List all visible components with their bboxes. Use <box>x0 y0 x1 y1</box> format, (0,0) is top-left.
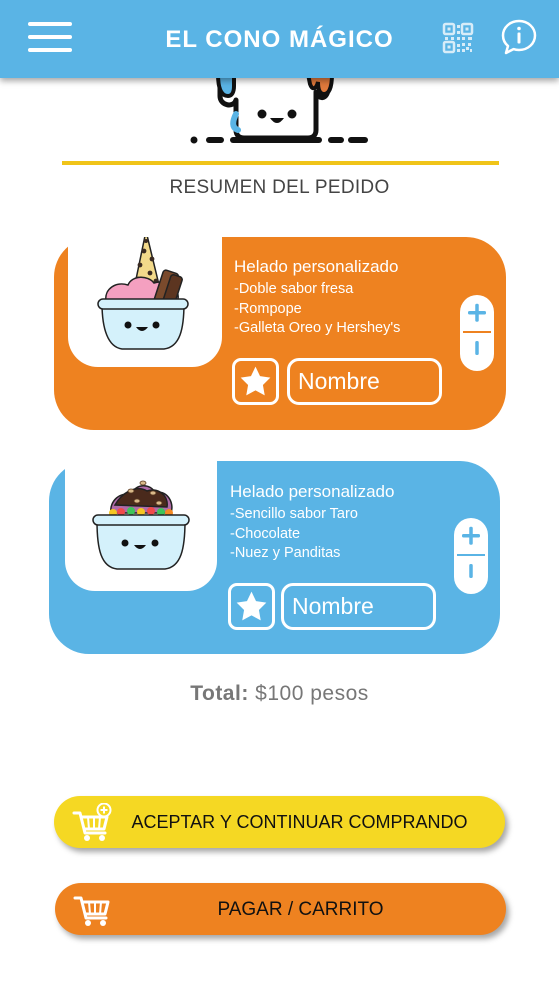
order-card: Helado personalizado -Doble sabor fresa … <box>54 237 506 430</box>
increase-quantity-button[interactable] <box>460 295 494 331</box>
accept-continue-shopping-button[interactable]: ACEPTAR Y CONTINUAR COMPRANDO <box>54 796 505 848</box>
section-divider <box>62 161 499 165</box>
order-details: Helado personalizado -Sencillo sabor Tar… <box>230 482 394 564</box>
order-image <box>68 237 222 367</box>
plus-icon <box>468 303 486 322</box>
info-bubble-icon <box>501 19 537 55</box>
product-option: -Nuez y Panditas <box>230 545 341 561</box>
continue-button-label: ACEPTAR Y CONTINUAR COMPRANDO <box>131 812 468 832</box>
order-name-input[interactable] <box>281 583 436 630</box>
decrease-quantity-button[interactable] <box>454 556 488 592</box>
quantity-stepper[interactable] <box>460 295 494 371</box>
product-name: Helado personalizado <box>234 257 399 276</box>
product-option: -Chocolate <box>230 525 301 542</box>
mascot-illustration <box>190 70 368 144</box>
favorite-button[interactable] <box>232 358 279 405</box>
minus-icon <box>475 341 479 355</box>
total-value: $100 pesos <box>255 682 369 705</box>
app-header: EL CONO MÁGICO <box>0 0 559 78</box>
pay-cart-button[interactable]: PAGAR / CARRITO <box>55 883 506 935</box>
plus-icon <box>462 526 480 545</box>
star-icon <box>240 366 271 396</box>
increase-quantity-button[interactable] <box>454 518 488 554</box>
order-details: Helado personalizado -Doble sabor fresa … <box>234 257 400 339</box>
order-image <box>65 461 217 591</box>
minus-icon <box>469 564 473 578</box>
product-option: -Galleta Oreo y Hershey's <box>234 320 401 336</box>
quantity-stepper[interactable] <box>454 518 488 594</box>
ice-cream-cup-icon <box>97 237 189 350</box>
order-summary-title: RESUMEN DEL PEDIDO <box>169 177 390 198</box>
product-option: -Sencillo sabor Taro <box>230 506 358 522</box>
qr-code-button[interactable] <box>442 22 474 54</box>
pay-button-label: PAGAR / CARRITO <box>217 899 384 920</box>
order-name-input[interactable] <box>287 358 442 405</box>
decrease-quantity-button[interactable] <box>460 333 494 369</box>
star-icon <box>236 591 267 621</box>
app-title: EL CONO MÁGICO <box>165 26 394 53</box>
ice-cream-cup-icon <box>92 480 190 570</box>
order-total: Total: $100 pesos <box>0 682 559 706</box>
product-name: Helado personalizado <box>230 482 395 501</box>
order-card: Helado personalizado -Sencillo sabor Tar… <box>49 461 500 654</box>
product-option: -Rompope <box>234 300 302 317</box>
total-label: Total: <box>190 682 249 705</box>
favorite-button[interactable] <box>228 583 275 630</box>
info-button[interactable] <box>500 18 538 56</box>
qr-code-icon <box>442 22 474 54</box>
product-option: -Doble sabor fresa <box>234 281 354 297</box>
